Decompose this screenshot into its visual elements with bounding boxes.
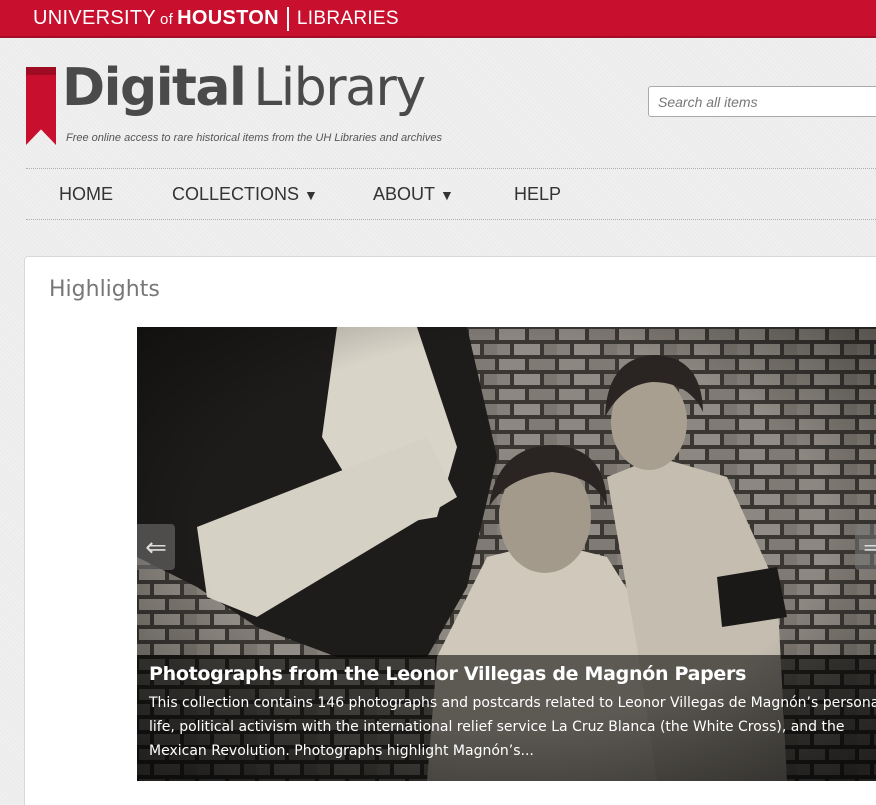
nav-home-label: HOME bbox=[59, 184, 113, 204]
slide-caption: Photographs from the Leonor Villegas de … bbox=[137, 655, 876, 781]
bookmark-ribbon-icon bbox=[26, 67, 56, 145]
arrow-right-icon: ⇒ bbox=[863, 532, 876, 562]
nav-about-label: ABOUT bbox=[373, 184, 436, 204]
logo-houston: HOUSTON bbox=[177, 7, 279, 29]
site-tagline: Free online access to rare historical it… bbox=[66, 132, 442, 144]
logo-university: UNIVERSITY bbox=[33, 7, 157, 29]
top-bar: UNIVERSITY of HOUSTON LIBRARIES bbox=[0, 0, 876, 38]
arrow-left-icon: ⇐ bbox=[145, 532, 167, 562]
nav-home[interactable]: HOME bbox=[59, 184, 113, 205]
slide-title[interactable]: Photographs from the Leonor Villegas de … bbox=[149, 663, 875, 685]
nav-about[interactable]: ABOUT ▼ bbox=[373, 184, 454, 205]
chevron-down-icon: ▼ bbox=[440, 187, 454, 203]
slide-description: This collection contains 146 photographs… bbox=[149, 695, 876, 759]
highlight-carousel[interactable]: ⇐ ⇒ Photographs from the Leonor Villegas… bbox=[137, 327, 876, 781]
highlights-heading: Highlights bbox=[49, 277, 160, 302]
logo-libraries: LIBRARIES bbox=[296, 8, 399, 29]
nav-top-divider bbox=[26, 168, 876, 169]
site-title: Digital Library bbox=[62, 58, 426, 118]
nav-collections[interactable]: COLLECTIONS ▼ bbox=[172, 184, 318, 205]
nav-help-label: HELP bbox=[514, 184, 562, 204]
carousel-prev-button[interactable]: ⇐ bbox=[137, 524, 175, 570]
nav-bottom-divider bbox=[26, 219, 876, 220]
nav-collections-label: COLLECTIONS bbox=[172, 184, 300, 204]
site-title-library: Library bbox=[253, 58, 426, 118]
chevron-down-icon: ▼ bbox=[304, 187, 318, 203]
carousel-next-button[interactable]: ⇒ bbox=[855, 524, 876, 570]
main-nav: HOME COLLECTIONS ▼ ABOUT ▼ HELP bbox=[26, 170, 876, 218]
site-title-digital: Digital bbox=[62, 58, 247, 118]
nav-help[interactable]: HELP bbox=[514, 184, 561, 205]
logo-of: of bbox=[160, 11, 174, 28]
logo-divider bbox=[286, 7, 289, 31]
uh-libraries-logo[interactable]: UNIVERSITY of HOUSTON LIBRARIES bbox=[33, 7, 399, 31]
search-input[interactable] bbox=[648, 86, 876, 117]
